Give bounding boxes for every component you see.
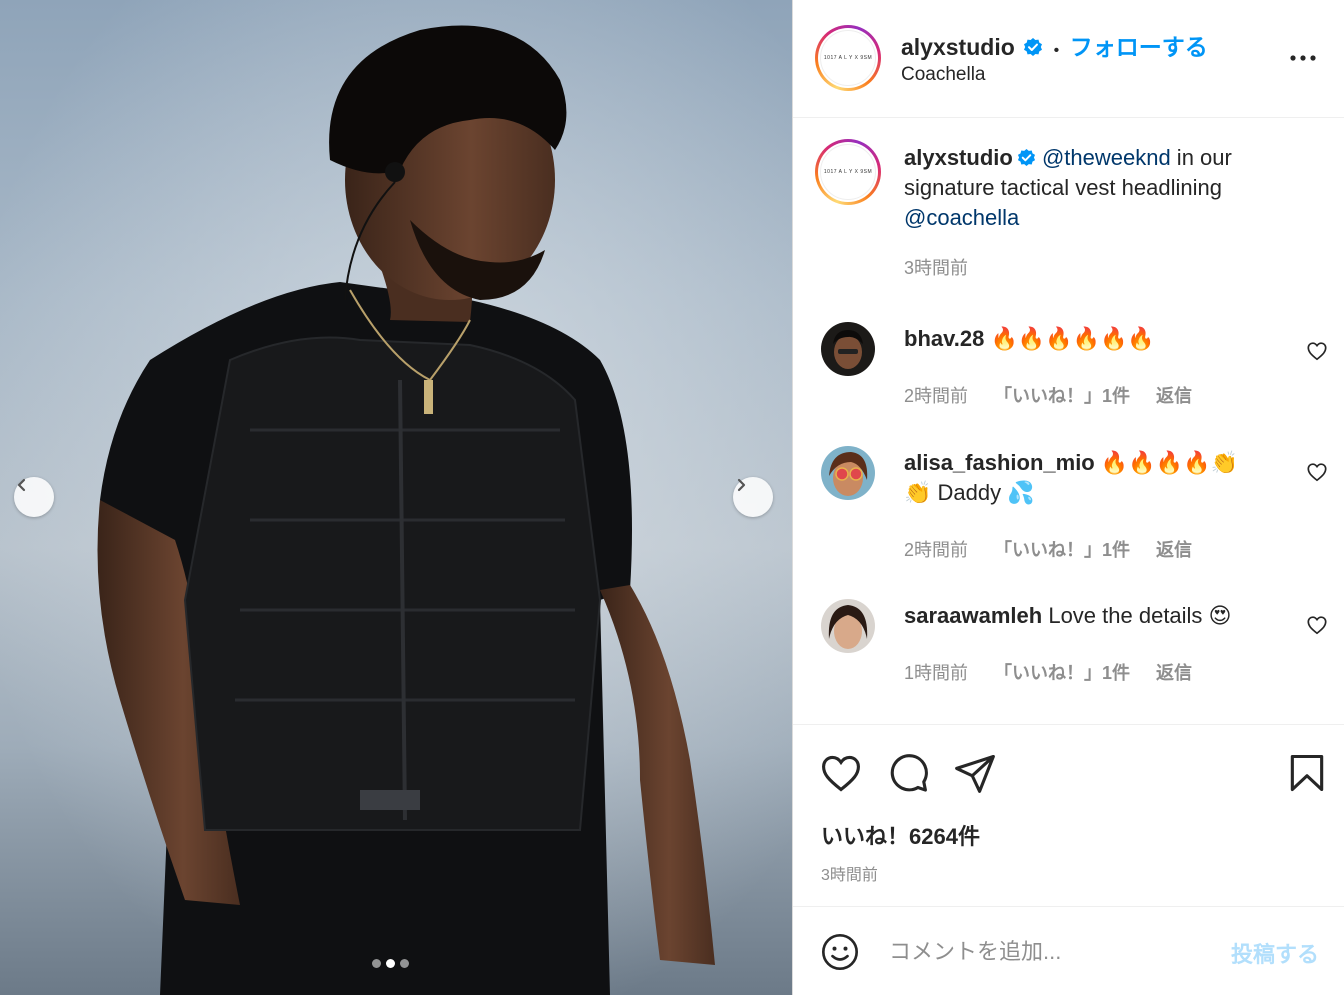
comment-form: 投稿する — [793, 906, 1344, 995]
author-username[interactable]: alyxstudio — [901, 34, 1015, 60]
more-icon[interactable] — [1289, 44, 1317, 72]
carousel-next-button[interactable] — [733, 477, 773, 517]
heart-icon[interactable] — [1306, 461, 1328, 483]
comment-likes[interactable]: 「いいね！」1件 — [994, 382, 1130, 408]
carousel-prev-button[interactable] — [14, 477, 54, 517]
follow-button[interactable]: フォローする — [1070, 34, 1208, 60]
comment-text: Love the details 😍 — [1048, 603, 1232, 628]
comment-username[interactable]: saraawamleh — [904, 603, 1042, 628]
comment-username[interactable]: bhav.28 — [904, 326, 984, 351]
caption-avatar[interactable]: 1017 A L Y X 9SM — [815, 139, 881, 205]
caption-time[interactable]: 3時間前 — [904, 253, 1284, 283]
brand-logo: 1017 A L Y X 9SM — [820, 144, 876, 200]
post-side-panel: 1017 A L Y X 9SM alyxstudio • フォローする Coa… — [792, 0, 1344, 995]
photo-illustration — [0, 0, 792, 995]
post-header: 1017 A L Y X 9SM alyxstudio • フォローする Coa… — [793, 0, 1344, 118]
commenter-avatar[interactable] — [821, 446, 875, 500]
post-photo — [0, 0, 792, 995]
likes-count[interactable]: いいね！6264件 — [821, 819, 980, 851]
commenter-avatar[interactable] — [821, 322, 875, 376]
comment-reply-button[interactable]: 返信 — [1156, 536, 1192, 562]
post-time[interactable]: 3時間前 — [821, 861, 878, 885]
commenter-avatar[interactable] — [821, 599, 875, 653]
author-avatar[interactable]: 1017 A L Y X 9SM — [815, 25, 881, 91]
comment-reply-button[interactable]: 返信 — [1156, 659, 1192, 685]
header-separator: • — [1053, 42, 1060, 59]
caption-mention-theweeknd[interactable]: @theweeknd — [1042, 145, 1171, 170]
heart-icon[interactable] — [819, 751, 863, 795]
share-icon[interactable] — [953, 751, 997, 795]
carousel-indicator — [372, 959, 409, 968]
comment-text: 🔥🔥🔥🔥🔥🔥 — [990, 326, 1155, 351]
comment-input[interactable] — [889, 935, 1209, 969]
caption-username[interactable]: alyxstudio — [904, 145, 1013, 170]
comment-icon[interactable] — [886, 751, 930, 795]
comment-meta: 2時間前 「いいね！」1件 返信 — [904, 382, 1192, 408]
heart-icon[interactable] — [1306, 340, 1328, 362]
post-comment-button[interactable]: 投稿する — [1231, 937, 1319, 969]
bookmark-icon[interactable] — [1285, 751, 1329, 795]
comment-username[interactable]: alisa_fashion_mio — [904, 450, 1095, 475]
comment-time[interactable]: 2時間前 — [904, 536, 968, 562]
comment-reply-button[interactable]: 返信 — [1156, 382, 1192, 408]
comment-meta: 1時間前 「いいね！」1件 返信 — [904, 659, 1192, 685]
comment-time[interactable]: 2時間前 — [904, 382, 968, 408]
comment-time[interactable]: 1時間前 — [904, 659, 968, 685]
caption-mention-coachella[interactable]: @coachella — [904, 205, 1019, 230]
chevron-right-icon — [737, 478, 746, 492]
post-caption: alyxstudio @theweeknd in our signature t… — [904, 143, 1284, 283]
comment-likes[interactable]: 「いいね！」1件 — [994, 659, 1130, 685]
carousel-dot — [372, 959, 381, 968]
chevron-left-icon — [17, 478, 26, 492]
comment-meta: 2時間前 「いいね！」1件 返信 — [904, 536, 1192, 562]
emoji-icon[interactable] — [820, 932, 860, 972]
verified-badge-icon — [1024, 38, 1043, 56]
avatar-image — [821, 599, 875, 653]
post-location[interactable]: Coachella — [901, 64, 986, 86]
carousel-dot — [400, 959, 409, 968]
brand-logo: 1017 A L Y X 9SM — [820, 30, 876, 86]
comment-likes[interactable]: 「いいね！」1件 — [994, 536, 1130, 562]
verified-badge-icon — [1017, 148, 1035, 167]
avatar-image — [821, 446, 875, 500]
post-actions: いいね！6264件 3時間前 — [793, 724, 1344, 906]
carousel-dot-active — [386, 959, 395, 968]
avatar-image — [821, 322, 875, 376]
heart-icon[interactable] — [1306, 614, 1328, 636]
